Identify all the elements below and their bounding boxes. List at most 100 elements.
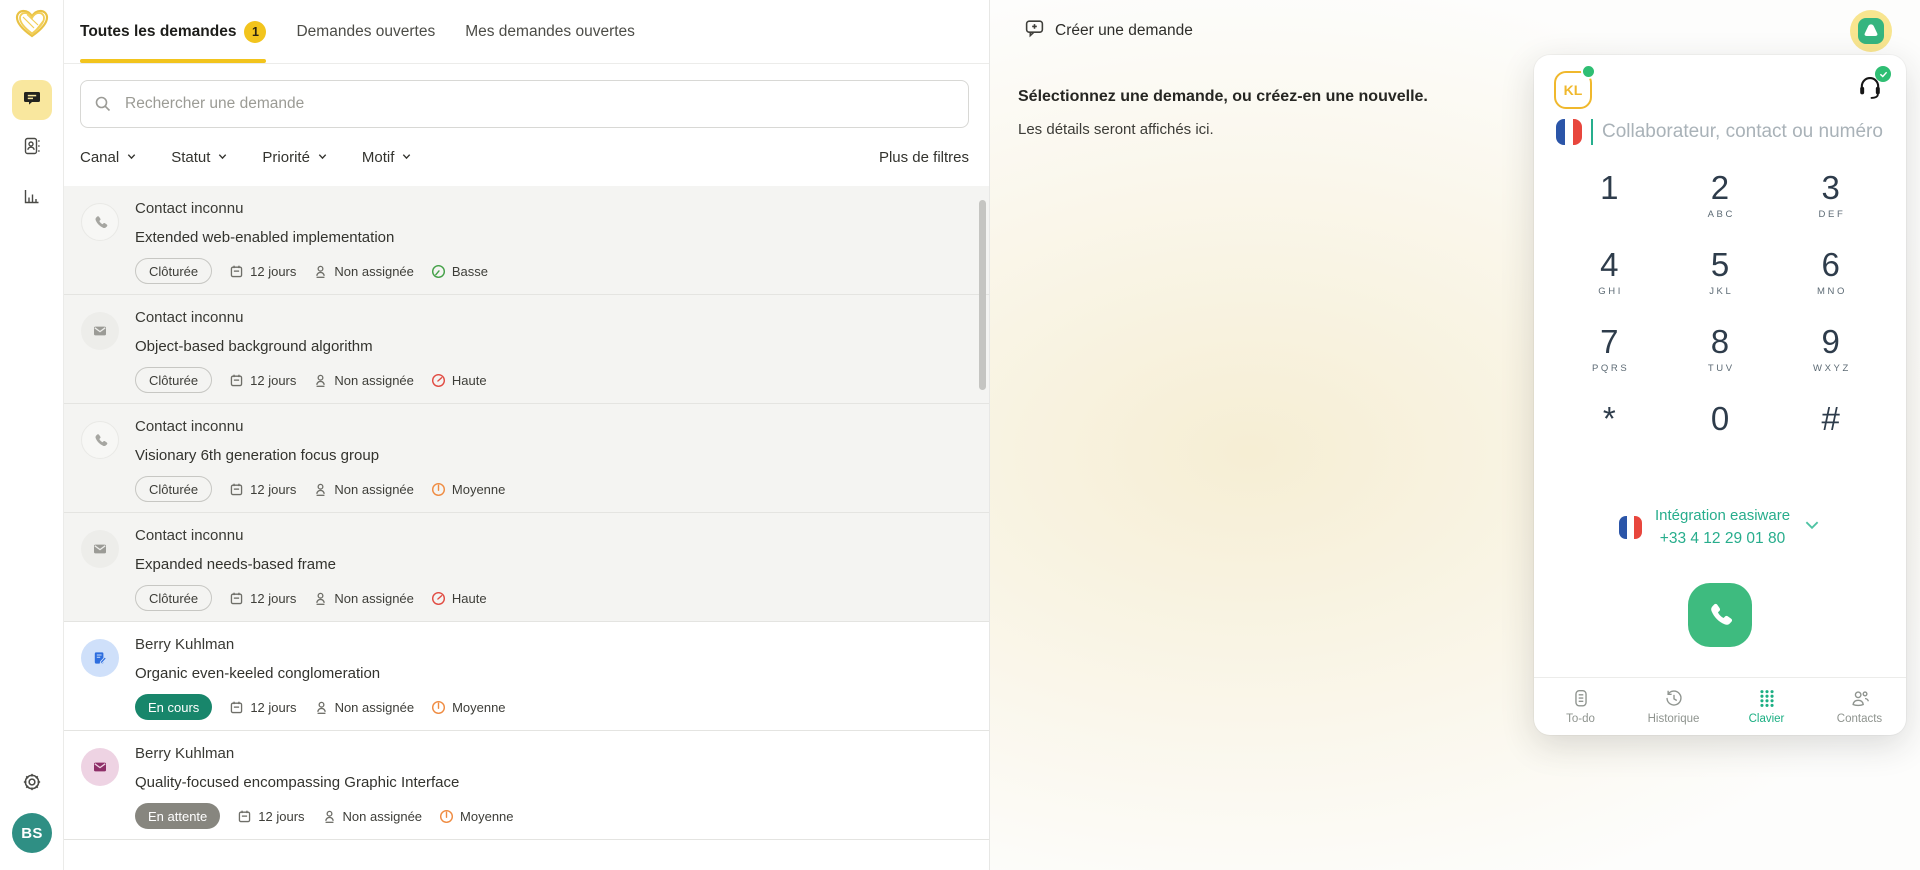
ticket-row[interactable]: Contact inconnu Object-based background … bbox=[64, 295, 989, 404]
history-clock-icon bbox=[1663, 688, 1685, 709]
user-avatar[interactable]: BS bbox=[12, 813, 52, 853]
priority-gauge-icon bbox=[431, 700, 446, 715]
dial-key[interactable]: 5 JKL bbox=[1707, 240, 1734, 317]
priority-label: Haute bbox=[452, 373, 487, 388]
ticket-row[interactable]: Contact inconnu Extended web-enabled imp… bbox=[64, 186, 989, 295]
ticket-row[interactable]: Contact inconnu Visionary 6th generation… bbox=[64, 404, 989, 513]
account-avatar[interactable] bbox=[1850, 10, 1892, 52]
age-label: 12 jours bbox=[250, 591, 296, 606]
status-badge: En cours bbox=[135, 694, 212, 720]
create-request-button[interactable]: Créer une demande bbox=[1024, 18, 1193, 44]
dial-key-letters: PQRS bbox=[1589, 363, 1629, 374]
dial-key-letters: ABC bbox=[1705, 209, 1735, 220]
list-scrollbar-thumb[interactable] bbox=[979, 200, 986, 390]
ticket-row[interactable]: Berry Kuhlman Organic even-keeled conglo… bbox=[64, 622, 989, 731]
mail-channel-icon bbox=[92, 323, 108, 339]
dial-key[interactable]: # bbox=[1821, 394, 1839, 471]
outbound-line-selector[interactable]: Intégration easiware +33 4 12 29 01 80 bbox=[1534, 507, 1906, 548]
dial-key-digit: 7 bbox=[1600, 323, 1618, 361]
dial-key[interactable]: 3 DEF bbox=[1816, 163, 1845, 240]
dialer-search-input[interactable] bbox=[1602, 121, 1884, 143]
requests-tabs: Toutes les demandes 1 Demandes ouvertes … bbox=[64, 0, 989, 64]
dialer-tab-bar: To-do Historique bbox=[1534, 677, 1906, 735]
settings-gear-icon[interactable] bbox=[18, 768, 46, 796]
dialer-tab-label: Historique bbox=[1648, 713, 1700, 725]
france-flag-icon bbox=[1556, 119, 1582, 145]
ticket-assignee: Non assignée bbox=[313, 264, 414, 279]
headset-icon[interactable] bbox=[1856, 73, 1886, 101]
contacts-people-icon bbox=[1849, 688, 1871, 709]
dialer-tab[interactable]: Historique bbox=[1627, 678, 1720, 735]
ticket-row[interactable]: Contact inconnu Expanded needs-based fra… bbox=[64, 513, 989, 622]
search-input[interactable] bbox=[80, 80, 969, 128]
priority-gauge-icon bbox=[431, 482, 446, 497]
dial-key-digit: 2 bbox=[1711, 169, 1729, 207]
assignee-label: Non assignée bbox=[334, 373, 414, 388]
phone-dialer-widget: KL 1 2 ABC bbox=[1534, 55, 1906, 735]
dial-key[interactable]: 2 ABC bbox=[1705, 163, 1735, 240]
more-filters-link[interactable]: Plus de filtres bbox=[879, 149, 969, 166]
filters-bar: Canal Statut Priorité bbox=[64, 128, 989, 186]
ticket-content: Berry Kuhlman Quality-focused encompassi… bbox=[135, 746, 973, 839]
ticket-priority: Basse bbox=[431, 264, 488, 279]
priority-gauge-icon bbox=[431, 373, 446, 388]
ticket-content: Berry Kuhlman Organic even-keeled conglo… bbox=[135, 637, 973, 730]
ticket-contact: Contact inconnu bbox=[135, 419, 973, 434]
dialer-tab[interactable]: Clavier bbox=[1720, 678, 1813, 735]
dial-key[interactable]: 7 PQRS bbox=[1589, 317, 1629, 394]
ticket-meta: En cours 12 jours bbox=[135, 694, 973, 720]
dial-key[interactable]: 0 bbox=[1711, 394, 1729, 471]
filter-dropdown[interactable]: Statut bbox=[171, 149, 228, 166]
phone-handset-icon bbox=[1705, 600, 1735, 630]
chevron-down-icon bbox=[401, 149, 412, 166]
dial-key[interactable]: 8 TUV bbox=[1705, 317, 1734, 394]
ticket-row[interactable]: Berry Kuhlman Quality-focused encompassi… bbox=[64, 731, 989, 840]
calendar-icon bbox=[229, 373, 244, 388]
ticket-assignee: Non assignée bbox=[313, 482, 414, 497]
ticket-meta: Clôturée 12 jours bbox=[135, 585, 973, 611]
integration-number: +33 4 12 29 01 80 bbox=[1655, 530, 1790, 548]
call-button[interactable] bbox=[1688, 583, 1752, 647]
dial-key-letters: TUV bbox=[1705, 363, 1734, 374]
ticket-subject: Object-based background algorithm bbox=[135, 339, 973, 354]
dial-key[interactable]: * bbox=[1603, 394, 1616, 471]
requests-tab[interactable]: Mes demandes ouvertes bbox=[465, 0, 635, 63]
filter-label: Motif bbox=[362, 149, 395, 166]
ticket-contact: Berry Kuhlman bbox=[135, 746, 973, 761]
filter-dropdown[interactable]: Canal bbox=[80, 149, 137, 166]
calendar-icon bbox=[237, 809, 252, 824]
filter-dropdown[interactable]: Priorité bbox=[262, 149, 328, 166]
sidebar-item-statistics[interactable] bbox=[12, 178, 52, 218]
filter-label: Priorité bbox=[262, 149, 310, 166]
form-channel-icon bbox=[92, 650, 108, 666]
requests-tab[interactable]: Demandes ouvertes bbox=[296, 0, 435, 63]
dial-key[interactable]: 4 GHI bbox=[1596, 240, 1623, 317]
requests-tab[interactable]: Toutes les demandes 1 bbox=[80, 0, 266, 63]
dial-key[interactable]: 9 WXYZ bbox=[1810, 317, 1850, 394]
assignee-label: Non assignée bbox=[334, 591, 414, 606]
dial-key-digit: 5 bbox=[1711, 246, 1729, 284]
dial-key[interactable]: 1 bbox=[1600, 163, 1618, 240]
mail-channel-icon bbox=[92, 759, 108, 775]
aircall-logo-icon bbox=[1858, 18, 1884, 44]
filter-label: Canal bbox=[80, 149, 119, 166]
ticket-priority: Haute bbox=[431, 591, 487, 606]
ticket-priority: Moyenne bbox=[431, 700, 505, 715]
filter-dropdown[interactable]: Motif bbox=[362, 149, 413, 166]
assignee-label: Non assignée bbox=[335, 700, 415, 715]
todo-list-icon bbox=[1570, 688, 1592, 709]
assignee-person-icon bbox=[322, 809, 337, 824]
dial-key[interactable]: 6 MNO bbox=[1814, 240, 1847, 317]
ticket-age: 12 jours bbox=[237, 809, 304, 824]
sidebar-item-contacts[interactable] bbox=[12, 128, 52, 168]
ticket-content: Contact inconnu Extended web-enabled imp… bbox=[135, 201, 973, 294]
dialer-tab[interactable]: Contacts bbox=[1813, 678, 1906, 735]
keypad-grid-icon bbox=[1756, 688, 1778, 709]
dial-key-digit: 9 bbox=[1821, 323, 1839, 361]
filter-label: Statut bbox=[171, 149, 210, 166]
assignee-label: Non assignée bbox=[343, 809, 423, 824]
calendar-icon bbox=[229, 482, 244, 497]
ticket-contact: Berry Kuhlman bbox=[135, 637, 973, 652]
dialer-tab[interactable]: To-do bbox=[1534, 678, 1627, 735]
sidebar-item-conversations[interactable] bbox=[12, 80, 52, 120]
